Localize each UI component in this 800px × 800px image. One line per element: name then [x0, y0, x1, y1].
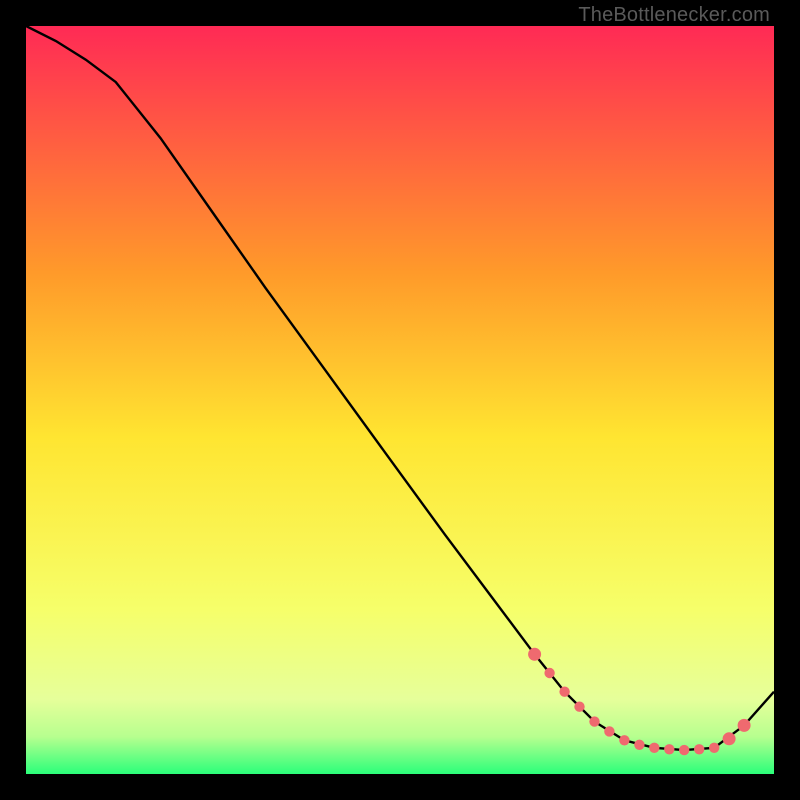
bottleneck-chart: [26, 26, 774, 774]
marker-dot: [619, 735, 629, 745]
marker-dot: [649, 743, 659, 753]
marker-dot: [574, 702, 584, 712]
marker-dot: [604, 726, 614, 736]
marker-dot: [679, 745, 689, 755]
watermark-text: TheBottlenecker.com: [578, 4, 770, 27]
marker-dot: [694, 744, 704, 754]
marker-dot: [528, 648, 541, 661]
marker-dot: [544, 668, 554, 678]
chart-frame: [26, 26, 774, 774]
marker-dot: [634, 740, 644, 750]
gradient-background: [26, 26, 774, 774]
marker-dot: [709, 743, 719, 753]
marker-dot: [723, 732, 736, 745]
marker-dot: [664, 744, 674, 754]
marker-dot: [738, 719, 751, 732]
marker-dot: [589, 716, 599, 726]
marker-dot: [559, 687, 569, 697]
